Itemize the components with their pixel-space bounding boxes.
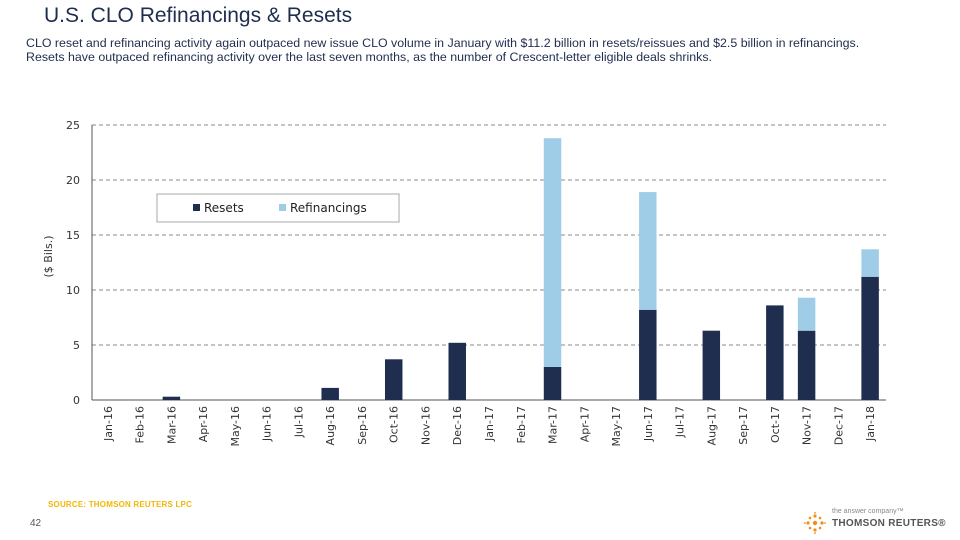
bar-resets-Aug-17 — [702, 330, 721, 400]
bar-refinancings-Nov-17 — [797, 297, 816, 331]
bar-resets-Mar-16 — [162, 396, 181, 400]
brand-block: the answer company™ THOMSON REUTERS® — [804, 508, 954, 536]
bar-refinancings-Jun-17 — [639, 192, 657, 310]
y-tick-label-10: 10 — [66, 284, 80, 297]
x-tick-label-Jun-16: Jun-16 — [261, 406, 274, 442]
x-tick-label-Jul-17: Jul-17 — [674, 406, 687, 438]
bar-resets-Jan-18 — [861, 276, 879, 400]
x-tick-label-Jan-16: Jan-16 — [102, 406, 115, 442]
bar-resets-Nov-17 — [797, 330, 816, 400]
bar-resets-Oct-16 — [384, 359, 403, 400]
bar-resets-Dec-16 — [448, 342, 466, 400]
x-tick-label-Aug-16: Aug-16 — [324, 406, 337, 445]
y-tick-label-20: 20 — [66, 174, 80, 187]
brand-tagline: the answer company™ — [832, 508, 904, 515]
x-tick-label-Apr-16: Apr-16 — [197, 406, 210, 442]
y-tick-label-0: 0 — [73, 394, 80, 407]
x-tick-label-Nov-17: Nov-17 — [801, 406, 814, 445]
x-tick-label-Apr-17: Apr-17 — [578, 406, 591, 442]
y-tick-label-5: 5 — [73, 339, 80, 352]
x-tick-label-Feb-17: Feb-17 — [515, 406, 528, 443]
x-tick-label-Feb-16: Feb-16 — [134, 406, 147, 443]
page-number: 42 — [30, 518, 42, 529]
x-tick-label-Aug-17: Aug-17 — [705, 406, 718, 445]
bar-refinancings-Mar-17 — [543, 138, 562, 367]
x-tick-label-Sep-16: Sep-16 — [356, 406, 369, 445]
x-tick-label-Dec-17: Dec-17 — [832, 406, 845, 445]
legend-label-refinancings: Refinancings — [290, 201, 367, 215]
x-tick-label-Mar-16: Mar-16 — [165, 406, 178, 444]
x-tick-label-Jan-17: Jan-17 — [483, 406, 496, 442]
x-tick-label-Sep-17: Sep-17 — [737, 406, 750, 445]
legend-swatch-resets — [193, 204, 200, 211]
bar-resets-Aug-16 — [321, 387, 339, 400]
x-tick-label-Nov-16: Nov-16 — [419, 406, 432, 445]
x-tick-label-May-17: May-17 — [610, 406, 623, 447]
thomson-reuters-logo-icon — [804, 512, 826, 534]
x-tick-label-Oct-17: Oct-17 — [769, 406, 782, 443]
y-tick-label-25: 25 — [66, 119, 80, 132]
brand-name: THOMSON REUTERS® — [832, 518, 946, 529]
bar-resets-Jun-17 — [639, 309, 657, 400]
bar-refinancings-Jan-18 — [861, 249, 879, 277]
source-note: SOURCE: THOMSON REUTERS LPC — [48, 500, 193, 509]
x-tick-label-Jul-16: Jul-16 — [292, 406, 305, 438]
x-tick-label-Dec-16: Dec-16 — [451, 406, 464, 445]
x-tick-label-Jan-18: Jan-18 — [864, 406, 877, 442]
y-axis-label: ($ Bils.) — [42, 236, 55, 278]
y-tick-label-15: 15 — [66, 229, 80, 242]
legend-swatch-refinancings — [279, 204, 286, 211]
legend-label-resets: Resets — [204, 201, 244, 215]
bar-resets-Mar-17 — [543, 367, 562, 400]
x-tick-label-Oct-16: Oct-16 — [388, 406, 401, 443]
stacked-bar-chart: 0 5 10 15 20 25 Jan-16 Feb-16 Mar-16 Apr-16 May-16… — [42, 119, 886, 447]
bar-resets-Oct-17 — [766, 305, 784, 400]
x-tick-label-Jun-17: Jun-17 — [642, 406, 655, 442]
x-tick-label-May-16: May-16 — [229, 406, 242, 447]
x-tick-label-Mar-17: Mar-17 — [547, 406, 560, 444]
